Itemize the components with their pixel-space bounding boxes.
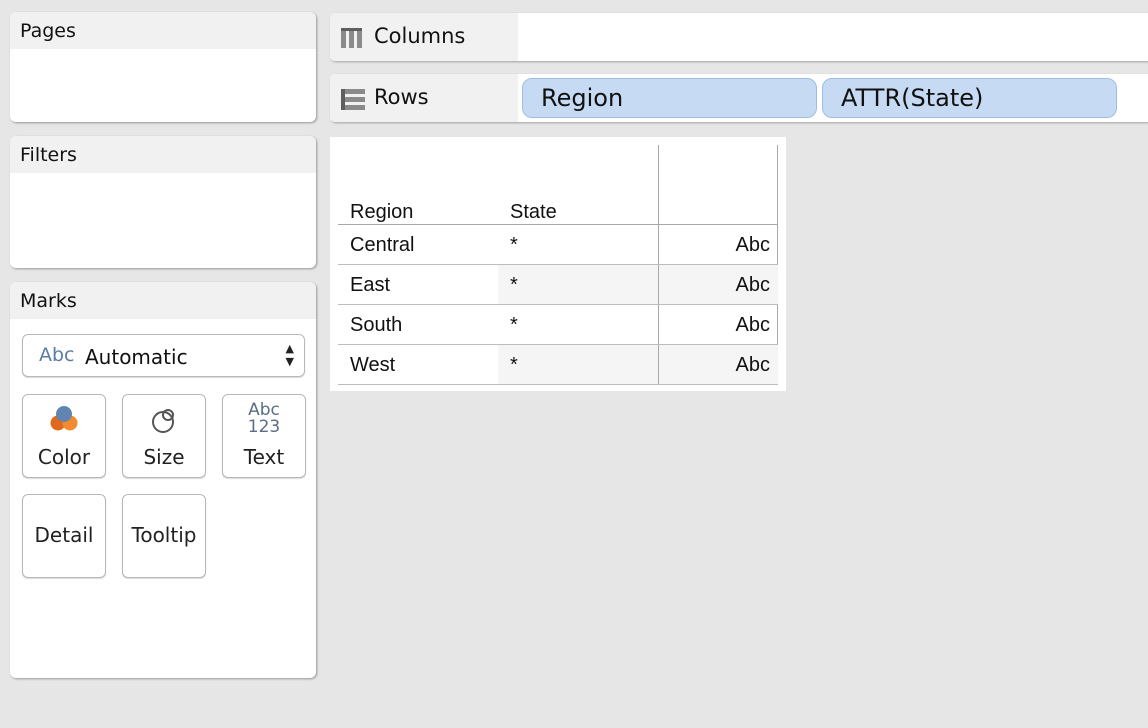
text-button[interactable]: Abc 123 Text [222,394,306,478]
size-label: Size [143,445,185,469]
table-row[interactable]: East * Abc [338,265,778,305]
region-cell[interactable]: East [350,274,390,297]
row-divider [338,384,778,385]
text-label: Text [243,445,285,469]
rows-shelf[interactable]: Rows Region ATTR(State) [330,74,1148,122]
value-divider [658,225,659,385]
columns-label: Columns [374,24,466,48]
row-divider [338,344,778,345]
rows-label: Rows [374,85,429,109]
columns-icon [340,27,364,53]
detail-label: Detail [34,523,94,547]
value-cell[interactable]: Abc [736,234,770,257]
state-cell[interactable]: * [510,354,518,377]
state-cell[interactable]: * [510,234,518,257]
pages-title: Pages [10,12,316,49]
tooltip-label: Tooltip [131,523,197,547]
text-abc123-icon: Abc 123 [223,402,305,436]
tooltip-button[interactable]: Tooltip [122,494,206,578]
color-label: Color [37,445,91,469]
columns-shelf[interactable]: Columns [330,13,1148,61]
mark-type-value: Automatic [85,345,188,369]
value-cell[interactable]: Abc [736,354,770,377]
crosstab-view[interactable]: Region State Central * Abc East * Abc So… [330,137,786,391]
pages-card[interactable]: Pages [10,12,316,122]
size-icon [123,405,205,439]
region-cell[interactable]: West [350,354,395,377]
detail-button[interactable]: Detail [22,494,106,578]
header-state[interactable]: State [510,201,557,224]
filters-title: Filters [10,136,316,173]
marks-card: Marks Abc Automatic ▲ ▼ Color Size Abc 12… [10,282,316,678]
rows-shelf-header: Rows [330,74,518,122]
attr-state-pill[interactable]: ATTR(State) [822,78,1117,118]
table-row[interactable]: South * Abc [338,305,778,345]
region-cell[interactable]: Central [350,234,414,257]
updown-arrows-icon: ▲ ▼ [285,342,294,368]
region-pill[interactable]: Region [522,78,817,118]
header-bottom-line [338,224,778,225]
state-cell[interactable]: * [510,314,518,337]
color-icon [23,405,105,439]
row-divider [338,304,778,305]
rows-icon [340,88,366,114]
row-divider [338,264,778,265]
table-row[interactable]: West * Abc [338,345,778,385]
region-cell[interactable]: South [350,314,402,337]
filters-card[interactable]: Filters [10,136,316,268]
size-button[interactable]: Size [122,394,206,478]
columns-shelf-header: Columns [330,13,518,61]
mark-type-dropdown[interactable]: Abc Automatic ▲ ▼ [22,334,305,377]
header-region[interactable]: Region [350,201,413,224]
abc-icon: Abc [39,344,75,366]
value-cell[interactable]: Abc [736,274,770,297]
header-divider [658,145,659,225]
color-button[interactable]: Color [22,394,106,478]
text-icon-123: 123 [247,417,281,437]
value-cell[interactable]: Abc [736,314,770,337]
state-cell[interactable]: * [510,274,518,297]
marks-title: Marks [10,282,316,319]
table-row[interactable]: Central * Abc [338,225,778,265]
